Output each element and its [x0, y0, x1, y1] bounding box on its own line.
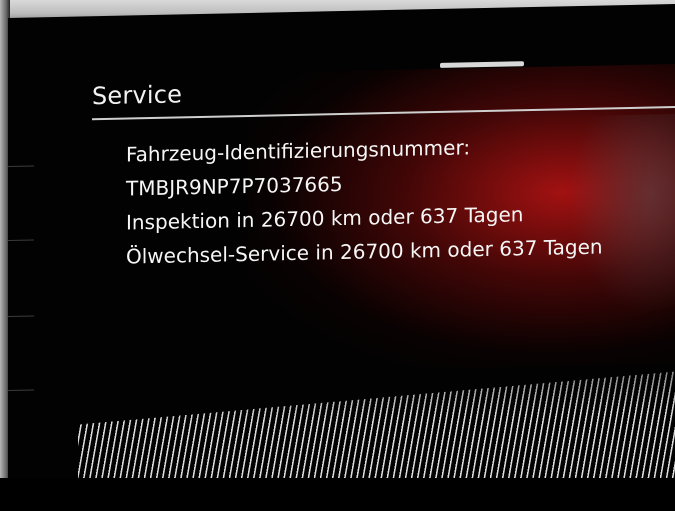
service-info: Fahrzeug-Identifizierungsnummer: TMBJR9N…	[126, 128, 603, 274]
page-title: Service	[92, 80, 183, 111]
infotainment-screen: Service Fahrzeug-Identifizierungsnummer:…	[8, 4, 675, 511]
bottom-bezel	[0, 478, 675, 511]
pull-down-handle[interactable]	[440, 61, 524, 68]
